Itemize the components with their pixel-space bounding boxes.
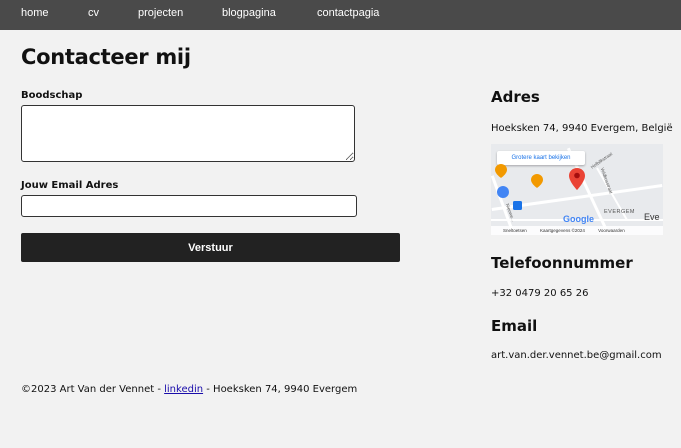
embedded-map[interactable]: Grotere kaart bekijken EVERGEM Eve Hofbi… (491, 144, 663, 235)
nav-projecten[interactable]: projecten (138, 7, 183, 19)
linkedin-link[interactable]: linkedin (164, 384, 203, 395)
map-data-text: Kaartgegevens ©2024 (540, 228, 585, 233)
bus-stop-icon (513, 201, 522, 210)
address-heading: Adres (491, 88, 540, 106)
map-shortcuts-link[interactable]: Sneltoetsen (503, 228, 527, 233)
nav-cv[interactable]: cv (88, 7, 99, 19)
page-footer: ©2023 Art Van der Vennet - linkedin - Ho… (21, 384, 357, 395)
footer-suffix: - Hoeksken 74, 9940 Evergem (203, 384, 358, 395)
footer-prefix: ©2023 Art Van der Vennet - (21, 384, 165, 395)
nav-blogpagina[interactable]: blogpagina (222, 7, 276, 19)
address-text: Hoeksken 74, 9940 Evergem, België (491, 123, 673, 134)
email-label: Jouw Email Adres (21, 180, 119, 191)
email-text: art.van.der.vennet.be@gmail.com (491, 350, 662, 361)
map-place-label: EVERGEM (604, 209, 636, 215)
map-street-label: Veldbosstraat (599, 166, 614, 195)
message-textarea[interactable] (21, 105, 355, 162)
page-title: Contacteer mij (21, 45, 191, 69)
message-label: Boodschap (21, 90, 83, 101)
restaurant-marker-icon (495, 164, 507, 178)
phone-heading: Telefoonnummer (491, 254, 633, 272)
map-place-label: Eve (644, 212, 660, 222)
shop-marker-icon (497, 186, 509, 198)
map-footer: Sneltoetsen Kaartgegevens ©2024 Voorwaar… (491, 226, 663, 235)
phone-text: +32 0479 20 65 26 (491, 288, 589, 299)
submit-button[interactable]: Verstuur (21, 233, 400, 262)
map-pin-icon (569, 168, 585, 190)
larger-map-link[interactable]: Grotere kaart bekijken (497, 151, 585, 165)
restaurant-marker-icon (531, 174, 543, 188)
map-road (491, 175, 515, 233)
nav-home[interactable]: home (21, 7, 49, 19)
top-nav: home cv projecten blogpagina contactpagi… (0, 0, 681, 30)
google-logo: Google (563, 214, 594, 224)
nav-contactpagia[interactable]: contactpagia (317, 7, 379, 19)
map-terms-link[interactable]: Voorwaarden (598, 228, 625, 233)
email-input[interactable] (21, 195, 357, 217)
email-heading: Email (491, 317, 538, 335)
